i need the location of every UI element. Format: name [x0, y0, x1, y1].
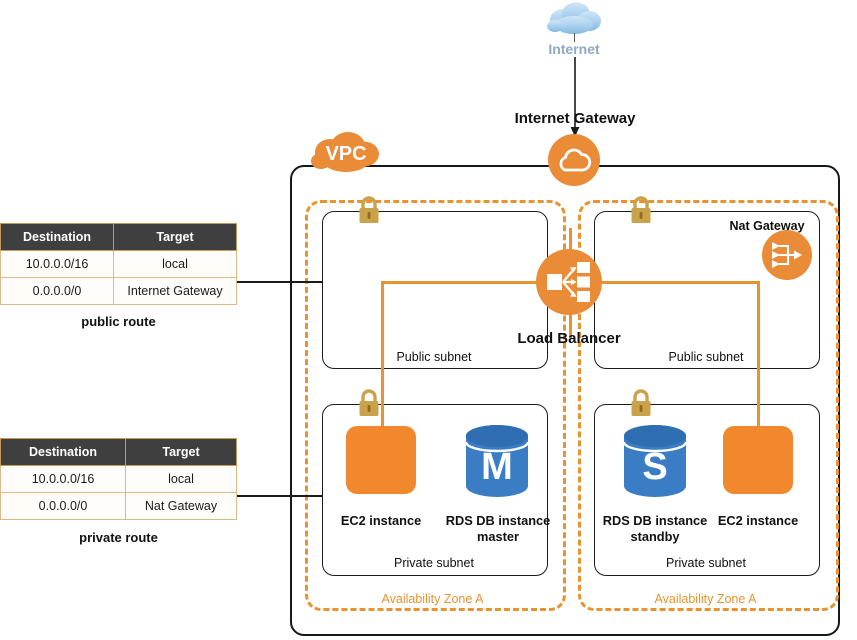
ec2-instance-right-icon[interactable]	[723, 426, 793, 494]
private-route-col-destination: Destination	[0, 438, 126, 466]
svg-text:M: M	[481, 446, 513, 488]
internet-gateway-icon[interactable]	[548, 134, 600, 186]
private-subnet-left-label: Private subnet	[394, 556, 474, 570]
lock-private-subnet-left-icon	[359, 389, 379, 416]
rds-db-standby-icon[interactable]: S	[620, 424, 690, 498]
private-route-caption: private route	[79, 530, 158, 545]
table-row: 10.0.0.0/16 local	[0, 465, 237, 493]
public-subnet-right-label: Public subnet	[668, 350, 744, 364]
public-subnet-left-label: Public subnet	[396, 350, 472, 364]
private-subnet-right-label: Private subnet	[666, 556, 746, 570]
private-route-r1-destination: 0.0.0.0/0	[0, 492, 126, 520]
vpc-cloud-icon: VPC	[311, 132, 379, 172]
public-route-table: Destination Target 10.0.0.0/16 local 0.0…	[0, 223, 237, 305]
connector-lb-stub-top	[569, 228, 572, 250]
public-route-r1-destination: 0.0.0.0/0	[0, 277, 114, 305]
ec2-instance-right-label: EC2 instance	[717, 513, 799, 528]
private-route-table: Destination Target 10.0.0.0/16 local 0.0…	[0, 438, 237, 520]
nat-gateway-icon[interactable]	[762, 230, 812, 280]
public-route-r1-target: Internet Gateway	[113, 277, 237, 305]
svg-text:S: S	[642, 446, 667, 488]
connector-public-route-to-vpc	[237, 281, 322, 283]
load-balancer-icon[interactable]	[536, 249, 602, 315]
public-route-col-target: Target	[113, 223, 237, 251]
public-route-caption: public route	[81, 314, 156, 329]
connector-private-route-to-vpc	[237, 495, 322, 497]
table-row: 0.0.0.0/0 Nat Gateway	[0, 492, 237, 520]
rds-db-standby-label-line2: standby	[630, 528, 680, 544]
rds-db-standby-label: RDS DB instance standby	[594, 513, 716, 545]
rds-db-master-label-line1: RDS DB instance	[445, 513, 551, 528]
private-route-r1-target: Nat Gateway	[125, 492, 237, 520]
lock-private-subnet-right-icon	[631, 389, 651, 416]
connector-lb-to-left-ec2-horizontal	[381, 281, 546, 284]
load-balancer-label: Load Balancer	[517, 330, 621, 347]
rds-db-master-label: RDS DB instance master	[437, 513, 559, 545]
public-route-r0-target: local	[113, 250, 237, 278]
internet-gateway-label: Internet Gateway	[514, 110, 636, 127]
ec2-instance-left-icon[interactable]	[346, 426, 416, 494]
private-route-table-header-row: Destination Target	[0, 438, 237, 466]
connector-internet-to-label	[574, 33, 575, 42]
svg-text:VPC: VPC	[325, 143, 366, 165]
availability-zone-right-label: Availability Zone A	[654, 592, 757, 606]
private-route-r0-target: local	[125, 465, 237, 493]
private-route-r0-destination: 10.0.0.0/16	[0, 465, 126, 493]
table-row: 0.0.0.0/0 Internet Gateway	[0, 277, 237, 305]
rds-db-master-label-line2: master	[477, 528, 519, 544]
availability-zone-left-label: Availability Zone A	[381, 592, 484, 606]
nat-gateway-label: Nat Gateway	[729, 219, 805, 233]
lock-public-subnet-right-icon	[631, 196, 651, 223]
ec2-instance-left-label: EC2 instance	[340, 513, 422, 528]
public-route-col-destination: Destination	[0, 223, 114, 251]
table-row: 10.0.0.0/16 local	[0, 250, 237, 278]
public-route-r0-destination: 10.0.0.0/16	[0, 250, 114, 278]
internet-label: Internet	[548, 41, 600, 57]
rds-db-standby-label-line1: RDS DB instance	[602, 513, 708, 528]
rds-db-master-icon[interactable]: M	[462, 424, 532, 498]
connector-lb-to-right-ec2-vertical	[757, 281, 760, 427]
public-route-table-header-row: Destination Target	[0, 223, 237, 251]
private-route-col-target: Target	[125, 438, 237, 466]
lock-public-subnet-left-icon	[359, 196, 379, 223]
connector-lb-to-right-ec2-horizontal	[592, 281, 758, 284]
diagram-canvas: Internet Internet Gateway VPC VPC Availa…	[0, 0, 857, 640]
